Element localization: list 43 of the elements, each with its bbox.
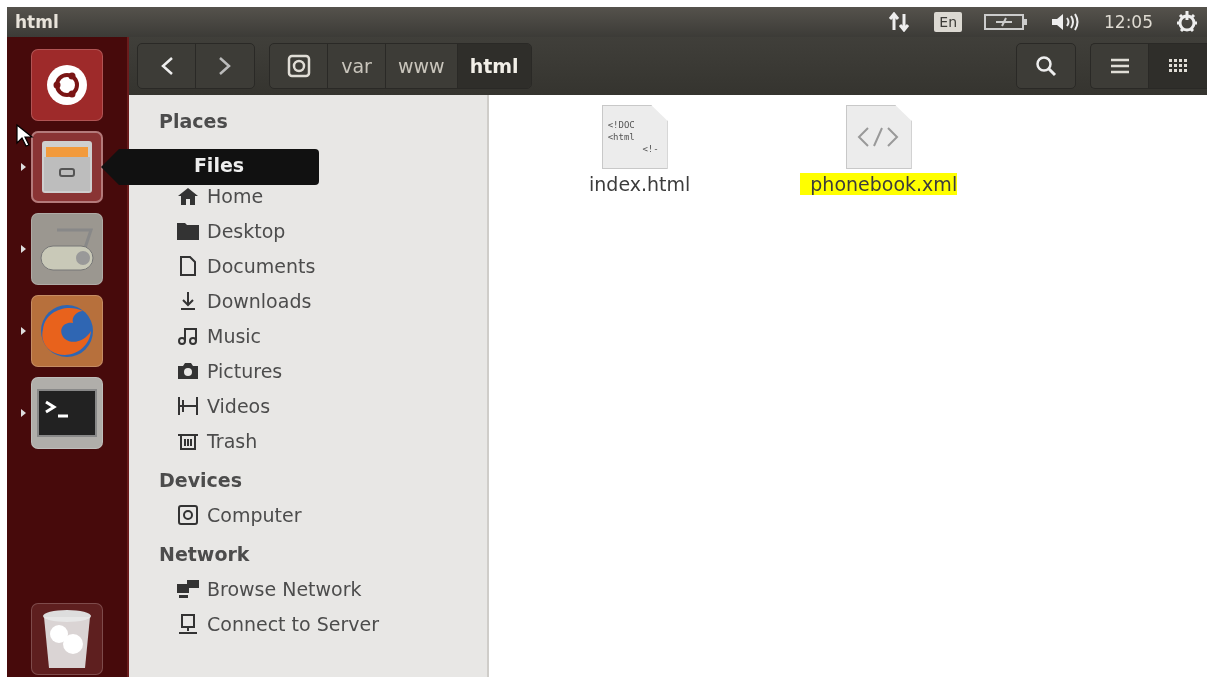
path-button[interactable]: var [328, 44, 386, 88]
tooltip: Files [101, 149, 319, 185]
section-heading: Devices [159, 467, 243, 493]
sidebar-item[interactable]: Downloads [175, 283, 487, 318]
grid-view-button[interactable] [1149, 44, 1207, 88]
section-heading: Network [159, 541, 251, 567]
network-icon [175, 577, 201, 600]
launcher-item[interactable] [19, 377, 103, 449]
launcher-item[interactable] [19, 131, 103, 203]
gear-icon[interactable] [1175, 10, 1199, 34]
keyboard-indicator[interactable]: En [934, 12, 962, 32]
path-button[interactable]: html [457, 44, 531, 88]
mouse-pointer-icon [15, 123, 35, 149]
drive-icon [175, 503, 201, 526]
film-icon [175, 394, 201, 417]
file-name[interactable]: phonebook.xml [800, 173, 958, 195]
trash-can-icon [41, 608, 93, 670]
sidebar-item[interactable]: Connect to Server [175, 606, 487, 641]
battery-icon[interactable] [984, 13, 1028, 31]
launcher-item[interactable] [19, 213, 103, 285]
sidebar-item[interactable]: Videos [175, 388, 487, 423]
drive-icon [286, 54, 311, 78]
sidebar-item[interactable]: Desktop [175, 213, 487, 248]
logo-icon [45, 63, 89, 107]
path-button[interactable]: www [386, 44, 458, 88]
sidebar-item[interactable]: Computer [175, 497, 487, 532]
window-title: html [15, 12, 60, 32]
sidebar-item[interactable]: Documents [175, 248, 487, 283]
launcher-item[interactable] [31, 603, 103, 675]
sidebar-item[interactable]: Pictures [175, 353, 487, 388]
menu-icon [1109, 58, 1130, 74]
sidebar-item[interactable]: Browse Network [175, 571, 487, 606]
terminal-icon [36, 388, 98, 438]
sidebar-item[interactable]: Music [175, 318, 487, 353]
chevron-left-icon [159, 56, 174, 76]
grid-icon [1169, 59, 1187, 73]
clock[interactable]: 12:05 [1104, 12, 1153, 32]
chevron-right-icon [218, 56, 232, 76]
file-name[interactable]: index.html [579, 173, 691, 195]
sidebar-item[interactable]: Trash [175, 423, 487, 458]
search-icon [1035, 55, 1057, 77]
html-file-icon[interactable]: <!DOC <html <!- [601, 105, 668, 169]
section-heading: Places [159, 108, 229, 134]
